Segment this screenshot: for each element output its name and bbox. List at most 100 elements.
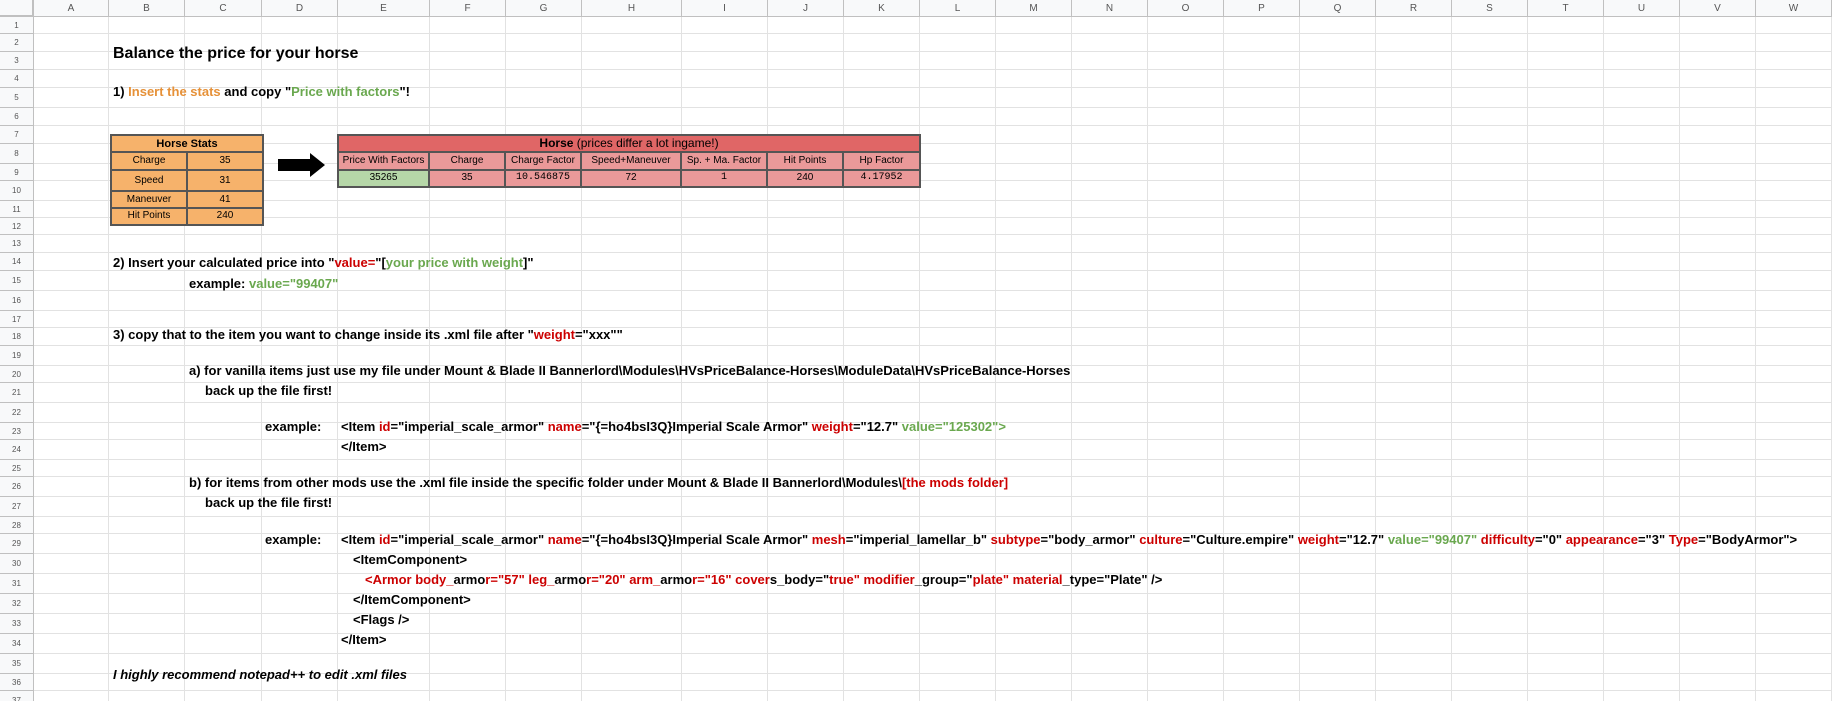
horse-table-header-2[interactable]: Charge Factor (505, 152, 581, 170)
row-header-6[interactable]: 6 (0, 108, 34, 126)
column-header-Q[interactable]: Q (1300, 0, 1376, 17)
row-header-2[interactable]: 2 (0, 34, 34, 52)
horse-table-value-3[interactable]: 72 (581, 170, 681, 188)
select-all-corner[interactable] (0, 0, 34, 17)
l1-seg: Type (1668, 532, 1699, 547)
row-header-30[interactable]: 30 (0, 554, 34, 574)
row-header-15[interactable]: 15 (0, 271, 34, 291)
row-header-13[interactable]: 13 (0, 235, 34, 253)
column-header-B[interactable]: B (109, 0, 185, 17)
horse-table-header-0[interactable]: Price With Factors (337, 152, 429, 170)
l3-seg: " material (1002, 572, 1063, 587)
column-header-T[interactable]: T (1528, 0, 1604, 17)
horse-stats-header[interactable]: Horse Stats (110, 134, 264, 152)
row-header-27[interactable]: 27 (0, 497, 34, 517)
column-header-O[interactable]: O (1148, 0, 1224, 17)
row-header-16[interactable]: 16 (0, 291, 34, 311)
column-header-R[interactable]: R (1376, 0, 1452, 17)
row-header-20[interactable]: 20 (0, 366, 34, 383)
step2-text: 2) Insert your calculated price into "va… (113, 255, 534, 270)
column-header-D[interactable]: D (262, 0, 338, 17)
row-header-33[interactable]: 33 (0, 614, 34, 634)
row-header-12[interactable]: 12 (0, 218, 34, 235)
gridline-v (843, 17, 844, 701)
row-header-19[interactable]: 19 (0, 346, 34, 366)
horse-table-title[interactable]: Horse (prices differ a lot ingame!) (337, 134, 921, 152)
column-header-I[interactable]: I (682, 0, 768, 17)
column-header-U[interactable]: U (1604, 0, 1680, 17)
column-header-G[interactable]: G (506, 0, 582, 17)
horse-table-value-4[interactable]: 1 (681, 170, 767, 188)
row-header-1[interactable]: 1 (0, 17, 34, 34)
horse-table-value-1[interactable]: 35 (429, 170, 505, 188)
row-header-10[interactable]: 10 (0, 181, 34, 201)
horse-table-header-1[interactable]: Charge (429, 152, 505, 170)
stat-value-hit-points[interactable]: 240 (187, 208, 264, 226)
column-header-P[interactable]: P (1224, 0, 1300, 17)
stat-value-maneuver[interactable]: 41 (187, 191, 264, 208)
row-header-4[interactable]: 4 (0, 70, 34, 88)
column-header-V[interactable]: V (1680, 0, 1756, 17)
column-header-A[interactable]: A (34, 0, 109, 17)
row-header-28[interactable]: 28 (0, 517, 34, 534)
row-header-37[interactable]: 37 (0, 691, 34, 701)
l3-seg: <Armor body_ (365, 572, 454, 587)
row-header-8[interactable]: 8 (0, 144, 34, 164)
stat-value-charge[interactable]: 35 (187, 152, 264, 170)
row-header-7[interactable]: 7 (0, 126, 34, 144)
column-header-J[interactable]: J (768, 0, 844, 17)
row-header-9[interactable]: 9 (0, 164, 34, 181)
column-header-S[interactable]: S (1452, 0, 1528, 17)
column-header-H[interactable]: H (582, 0, 682, 17)
horse-table-value-5[interactable]: 240 (767, 170, 843, 188)
horse-table-value-6[interactable]: 4.17952 (843, 170, 921, 188)
row-header-22[interactable]: 22 (0, 403, 34, 423)
column-header-N[interactable]: N (1072, 0, 1148, 17)
l1-seg: ="imperial_lamellar_b" (845, 532, 991, 547)
row-header-21[interactable]: 21 (0, 383, 34, 403)
horse-table-value-2[interactable]: 10.546875 (505, 170, 581, 188)
row-header-35[interactable]: 35 (0, 654, 34, 674)
gridline-h (34, 270, 1832, 271)
row-header-29[interactable]: 29 (0, 534, 34, 554)
horse-table-value-0[interactable]: 35265 (337, 170, 429, 188)
horse-table-header-3[interactable]: Speed+Maneuver (581, 152, 681, 170)
horse-table-header-4[interactable]: Sp. + Ma. Factor (681, 152, 767, 170)
stat-label-maneuver[interactable]: Maneuver (110, 191, 187, 208)
column-header-K[interactable]: K (844, 0, 920, 17)
l3-seg: armo (660, 572, 693, 587)
row-header-32[interactable]: 32 (0, 594, 34, 614)
row-header-26[interactable]: 26 (0, 477, 34, 497)
stat-label-hit-points[interactable]: Hit Points (110, 208, 187, 226)
row-header-14[interactable]: 14 (0, 253, 34, 271)
stat-label-speed[interactable]: Speed (110, 170, 187, 191)
ex2-line4: </ItemComponent> (353, 592, 471, 607)
row-header-24[interactable]: 24 (0, 440, 34, 460)
column-header-M[interactable]: M (996, 0, 1072, 17)
row-header-36[interactable]: 36 (0, 674, 34, 691)
row-header-23[interactable]: 23 (0, 423, 34, 440)
gridline-v (1451, 17, 1452, 701)
l3-seg: armo (554, 572, 587, 587)
column-header-L[interactable]: L (920, 0, 996, 17)
horse-table-header-6[interactable]: Hp Factor (843, 152, 921, 170)
row-header-5[interactable]: 5 (0, 88, 34, 108)
stat-label-charge[interactable]: Charge (110, 152, 187, 170)
stat-value-speed[interactable]: 31 (187, 170, 264, 191)
row-header-11[interactable]: 11 (0, 201, 34, 218)
column-header-E[interactable]: E (338, 0, 430, 17)
row-header-25[interactable]: 25 (0, 460, 34, 477)
l1-seg: id (378, 532, 391, 547)
l1-seg: ="imperial_scale_armor" (390, 532, 548, 547)
row-header-31[interactable]: 31 (0, 574, 34, 594)
row-header-3[interactable]: 3 (0, 52, 34, 70)
spreadsheet-grid[interactable]: ABCDEFGHIJKLMNOPQRSTUVW 1 2 3 4 5 6 7 8 9 10 11 12 1… (0, 0, 1832, 701)
column-header-F[interactable]: F (430, 0, 506, 17)
column-header-W[interactable]: W (1756, 0, 1832, 17)
row-header-18[interactable]: 18 (0, 328, 34, 346)
row-header-34[interactable]: 34 (0, 634, 34, 654)
horse-table-header-5[interactable]: Hit Points (767, 152, 843, 170)
step2-c: ]" (523, 255, 534, 270)
column-header-C[interactable]: C (185, 0, 262, 17)
row-header-17[interactable]: 17 (0, 311, 34, 328)
